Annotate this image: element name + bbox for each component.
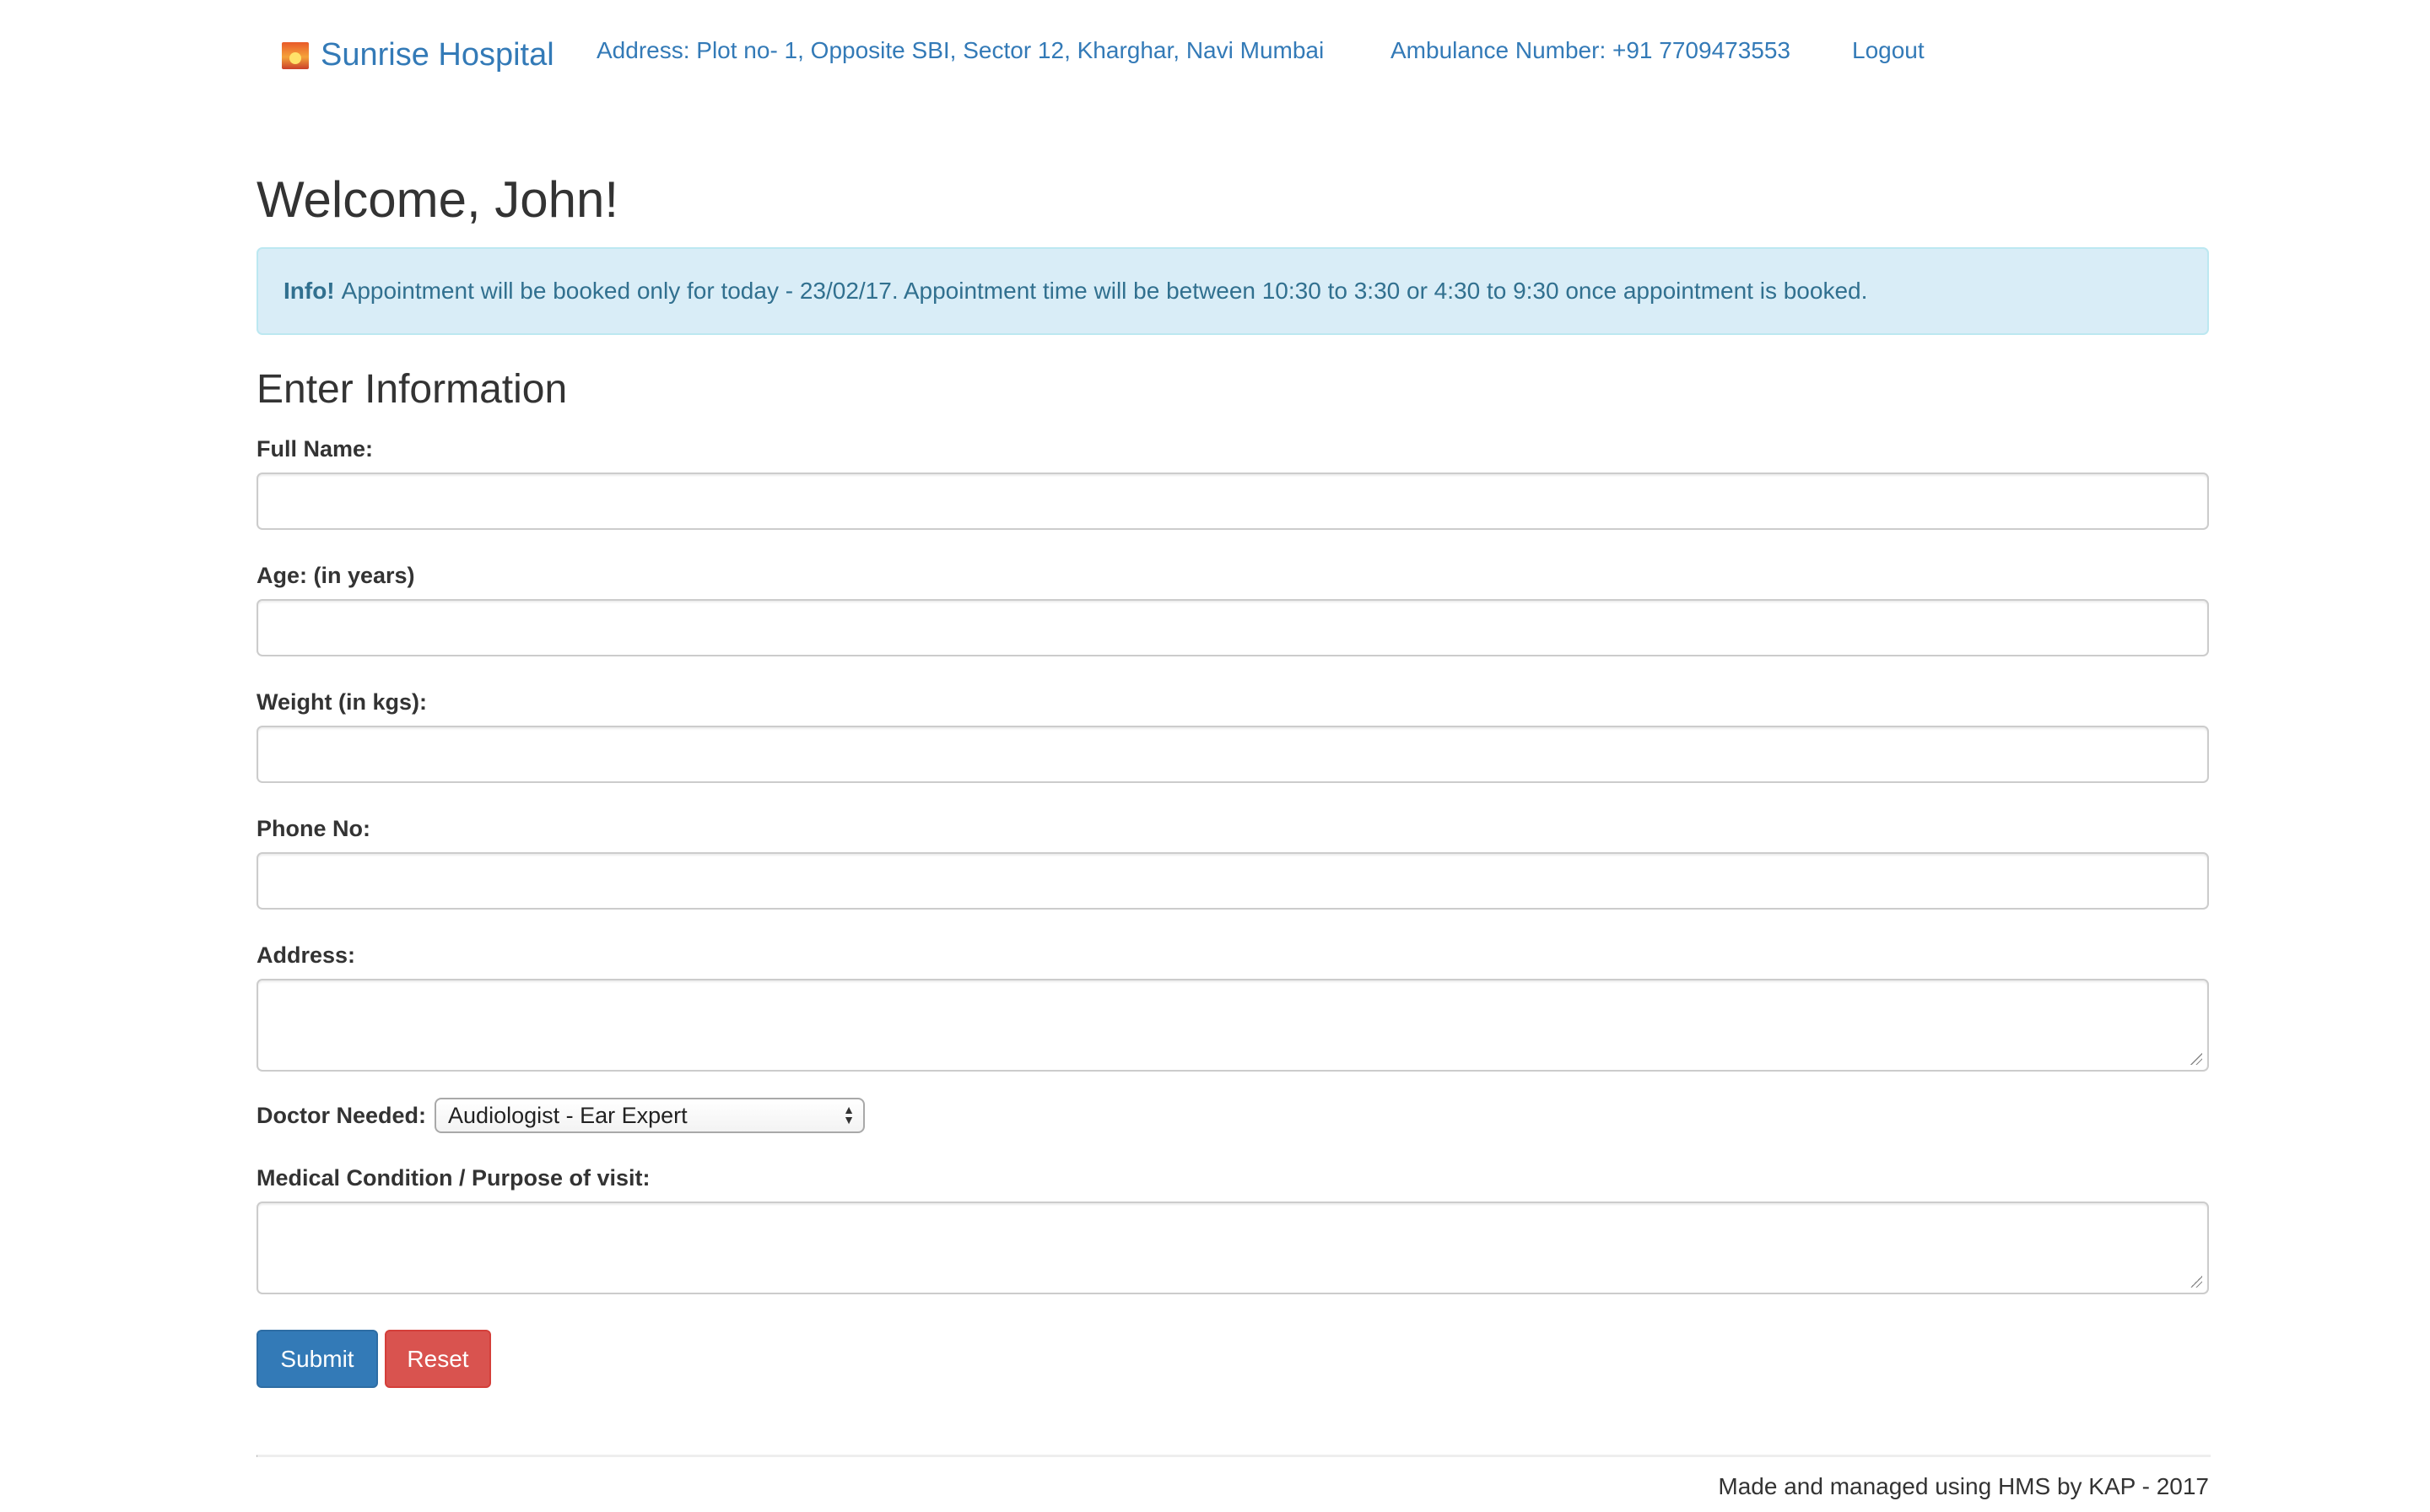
section-title: Enter Information [256,367,568,412]
weight-input[interactable] [256,726,2209,783]
doctor-select[interactable]: Audiologist - Ear Expert ▲ ▼ [435,1098,866,1133]
full-name-label: Full Name: [256,436,374,462]
footer-text: Made and managed using HMS by KAP - 2017 [1718,1473,2209,1499]
age-label: Age: (in years) [256,563,415,588]
age-input[interactable] [256,599,2209,656]
select-arrows-icon: ▲ ▼ [843,1103,856,1126]
resize-grip-icon[interactable] [2190,1053,2202,1065]
brand-name: Sunrise Hospital [321,37,554,73]
info-alert-text: Appointment will be booked only for toda… [341,278,1868,304]
logout-link[interactable]: Logout [1852,37,1925,64]
phone-label: Phone No: [256,816,370,841]
brand-link[interactable]: Sunrise Hospital [282,37,554,73]
condition-textarea[interactable] [256,1202,2209,1294]
nav-ambulance-link[interactable]: Ambulance Number: +91 7709473553 [1390,37,1790,64]
sunrise-logo-icon [282,41,309,69]
doctor-row: Doctor Needed: Audiologist - Ear Expert … [256,1098,866,1133]
doctor-selected-value: Audiologist - Ear Expert [448,1102,688,1128]
full-name-input[interactable] [256,472,2209,530]
page-title: Welcome, John! [256,171,619,228]
info-alert-label: Info! [284,278,335,304]
resize-grip-icon[interactable] [2190,1276,2202,1288]
doctor-label: Doctor Needed: [256,1102,427,1128]
info-alert: Info! Appointment will be booked only fo… [256,247,2209,335]
nav-address-link[interactable]: Address: Plot no- 1, Opposite SBI, Secto… [597,37,1324,64]
weight-label: Weight (in kgs): [256,689,427,715]
navbar: Sunrise Hospital Address: Plot no- 1, Op… [255,0,2175,118]
reset-button[interactable]: Reset [385,1330,491,1388]
condition-label: Medical Condition / Purpose of visit: [256,1165,651,1191]
footer-divider [256,1455,2211,1457]
address-label: Address: [256,942,356,968]
address-textarea[interactable] [256,979,2209,1072]
submit-button[interactable]: Submit [256,1330,378,1388]
phone-input[interactable] [256,852,2209,910]
